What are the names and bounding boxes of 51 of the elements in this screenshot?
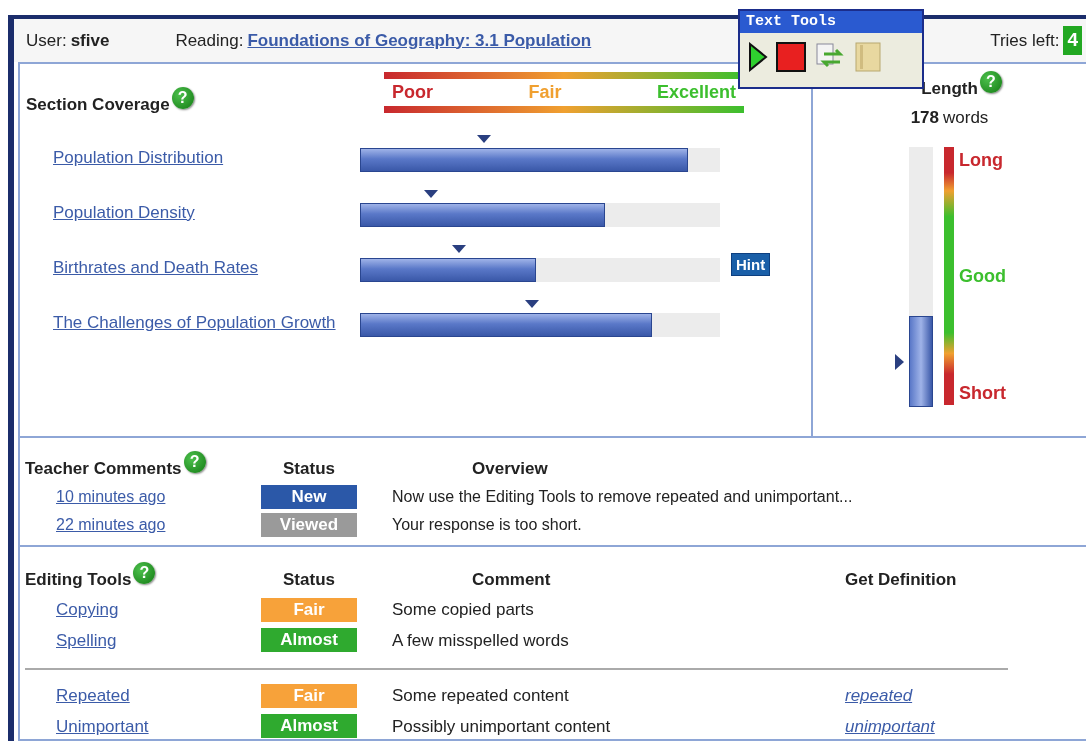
- column-header: Comment: [471, 568, 552, 591]
- status-badge: Fair: [261, 597, 357, 622]
- tool-link[interactable]: Repeated: [56, 686, 130, 705]
- hint-button[interactable]: Hint: [731, 252, 771, 276]
- scale-label: Fair: [528, 80, 562, 104]
- length-title: Length: [921, 77, 978, 100]
- section-link[interactable]: The Challenges of Population Growth: [53, 312, 336, 332]
- comment-text: Some repeated content: [392, 685, 570, 707]
- section-title: Section Coverage: [26, 93, 170, 116]
- user-name: sfive: [70, 29, 110, 52]
- status-badge: Fair: [261, 683, 357, 708]
- comment-text: Now use the Editing Tools to remove repeated and unimportant...: [392, 487, 854, 507]
- comment-text: Possibly unimportant content: [392, 715, 612, 738]
- section-link[interactable]: Population Distribution: [53, 147, 224, 167]
- scale-label: Long: [959, 148, 1004, 172]
- column-header: Get Definition: [845, 568, 958, 591]
- status-badge: Almost: [261, 714, 357, 739]
- scale-label: Poor: [392, 80, 433, 104]
- comment-time-link[interactable]: 22 minutes ago: [56, 516, 166, 533]
- comment-text: Your response is too short.: [392, 515, 583, 535]
- scale-label: Excellent: [656, 80, 736, 104]
- word-unit: words: [943, 108, 989, 127]
- column-header: Status: [282, 568, 336, 591]
- status-badge: Viewed: [261, 513, 357, 537]
- definition-link[interactable]: unimportant: [845, 716, 935, 736]
- tries-label: Tries left:: [990, 29, 1060, 52]
- panel-title: Text Tools: [740, 11, 922, 33]
- definition-link[interactable]: repeated: [845, 686, 913, 705]
- status-badge: Almost: [261, 628, 357, 653]
- section-link[interactable]: Population Density: [53, 202, 195, 222]
- section-title: Teacher Comments: [25, 457, 182, 480]
- reading-label: Reading:: [175, 29, 244, 52]
- user-label: User:: [26, 29, 67, 52]
- section-title: Editing Tools: [25, 568, 132, 591]
- column-header: Status: [282, 457, 336, 480]
- comment-text: Some copied parts: [392, 599, 535, 621]
- scale-label: Short: [959, 381, 1006, 405]
- status-badge: New: [261, 485, 357, 509]
- section-link[interactable]: Birthrates and Death Rates: [53, 257, 259, 277]
- comment-time-link[interactable]: 10 minutes ago: [56, 488, 166, 505]
- stop-icon[interactable]: [776, 42, 806, 72]
- comment-text: A few misspelled words: [392, 629, 570, 652]
- tool-link[interactable]: Copying: [56, 600, 119, 619]
- tries-count: 4: [1063, 26, 1082, 55]
- column-header: Overview: [471, 457, 549, 480]
- tool-link[interactable]: Unimportant: [56, 716, 149, 736]
- word-count: 178: [910, 108, 939, 127]
- scale-label: Good: [959, 265, 1006, 288]
- tool-link[interactable]: Spelling: [56, 630, 117, 650]
- reading-link[interactable]: Foundations of Geography: 3.1 Population: [247, 27, 592, 53]
- play-icon[interactable]: [748, 42, 768, 72]
